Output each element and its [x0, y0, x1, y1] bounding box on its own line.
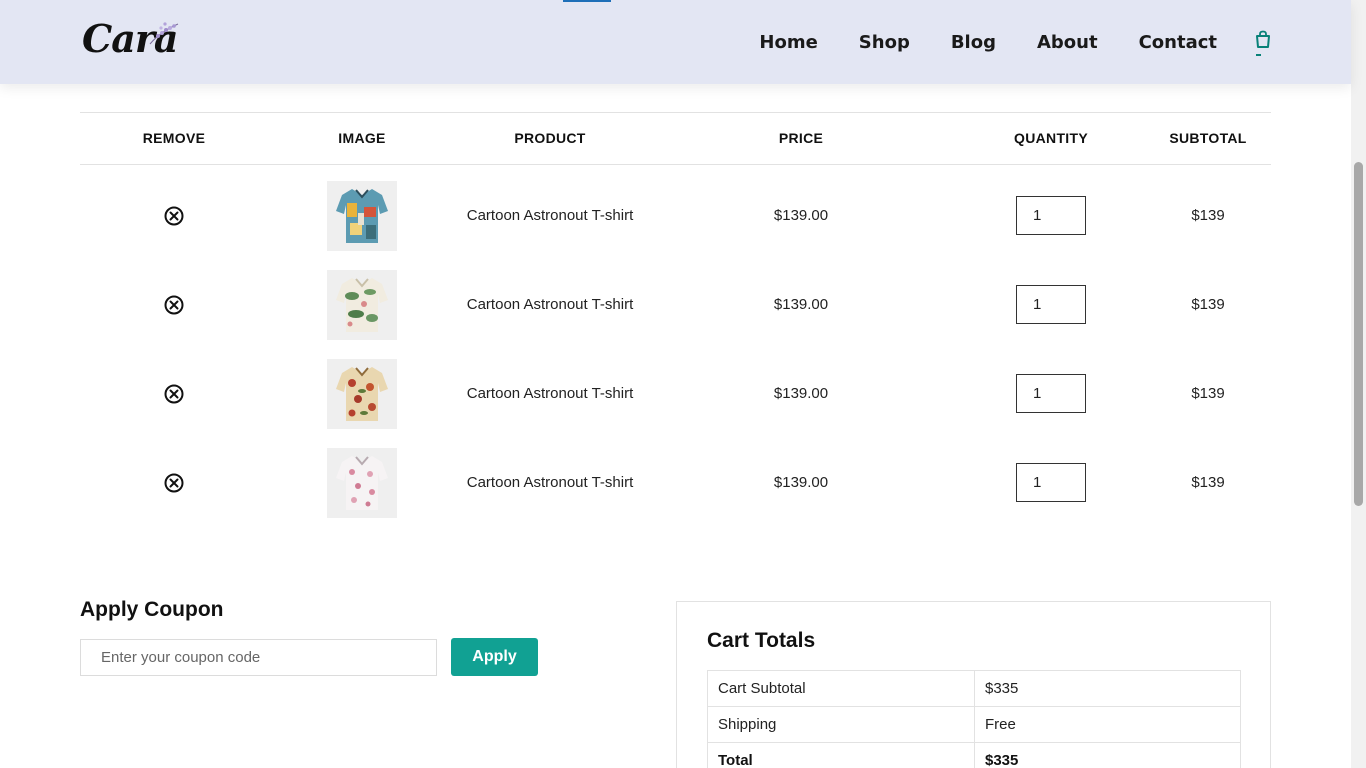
product-name[interactable]: Cartoon Astronout T-shirt [467, 349, 633, 438]
shirt-image [336, 277, 388, 332]
quantity-cell [1016, 171, 1086, 260]
quantity-cell [1016, 260, 1086, 349]
table-row: Cartoon Astronout T-shirt $139.00 $139 [80, 260, 1271, 349]
cart-link[interactable] [1254, 30, 1272, 58]
circle-x-icon[interactable] [164, 384, 184, 404]
product-price: $139.00 [773, 474, 829, 491]
quantity-cell [1016, 438, 1086, 527]
table-row: Cartoon Astronout T-shirt $139.00 $139 [80, 171, 1271, 260]
totals-label: Cart Subtotal [707, 670, 975, 707]
circle-x-icon[interactable] [164, 206, 184, 226]
totals-label: Shipping [707, 706, 975, 743]
active-underline [1256, 54, 1261, 56]
header-quantity: QUANTITY [1014, 130, 1088, 146]
row-subtotal: $139 [1191, 474, 1225, 491]
product-price: $139.00 [773, 385, 829, 402]
row-subtotal: $139 [1191, 385, 1225, 402]
image-cell [327, 171, 397, 260]
nav-shop[interactable]: Shop [859, 32, 910, 53]
header-image: IMAGE [338, 130, 386, 146]
shopping-bag-icon [1256, 30, 1270, 48]
quantity-input[interactable] [1016, 463, 1086, 502]
product-name[interactable]: Cartoon Astronout T-shirt [467, 171, 633, 260]
circle-x-icon[interactable] [164, 295, 184, 315]
nav-about[interactable]: About [1037, 32, 1098, 53]
remove-cell [164, 260, 184, 349]
totals-row-shipping: Shipping Free [707, 706, 1241, 743]
cart-table: REMOVE IMAGE PRODUCT PRICE QUANTITY SUBT… [80, 112, 1271, 518]
product-image [327, 447, 397, 518]
coupon-title: Apply Coupon [80, 598, 224, 621]
header-remove: REMOVE [142, 130, 206, 146]
cart-totals: Cart Totals Cart Subtotal $335 Shipping … [676, 601, 1271, 768]
image-cell [327, 260, 397, 349]
totals-table: Cart Subtotal $335 Shipping Free Total $… [707, 670, 1241, 768]
product-name[interactable]: Cartoon Astronout T-shirt [467, 438, 633, 527]
apply-coupon-button[interactable]: Apply [451, 638, 538, 676]
shirt-image [336, 188, 388, 243]
remove-cell [164, 438, 184, 527]
main-nav: Home Shop Blog About Contact [759, 0, 1217, 84]
circle-x-icon[interactable] [164, 473, 184, 493]
image-cell [327, 349, 397, 438]
quantity-input[interactable] [1016, 374, 1086, 413]
lavender-sprig-icon [149, 22, 179, 45]
header-subtotal: SUBTOTAL [1169, 130, 1247, 146]
nav-contact[interactable]: Contact [1139, 32, 1217, 53]
totals-row-total: Total $335 [707, 742, 1241, 768]
image-cell [327, 438, 397, 527]
coupon-input[interactable] [80, 639, 437, 676]
logo[interactable]: Cara [82, 14, 182, 64]
header-product: PRODUCT [514, 130, 586, 146]
product-price: $139.00 [773, 296, 829, 313]
totals-row-subtotal: Cart Subtotal $335 [707, 670, 1241, 707]
remove-cell [164, 171, 184, 260]
shirt-image [336, 455, 388, 510]
site-header: Cara Home Shop Blog About Contact [0, 0, 1351, 84]
product-image [327, 180, 397, 251]
totals-value: Free [974, 706, 1241, 743]
product-name[interactable]: Cartoon Astronout T-shirt [467, 260, 633, 349]
totals-value: $335 [974, 670, 1241, 707]
row-subtotal: $139 [1191, 296, 1225, 313]
table-header: REMOVE IMAGE PRODUCT PRICE QUANTITY SUBT… [80, 112, 1271, 165]
product-image [327, 358, 397, 429]
totals-label: Total [707, 742, 975, 768]
scrollbar-thumb[interactable] [1354, 162, 1363, 506]
remove-cell [164, 349, 184, 438]
quantity-input[interactable] [1016, 285, 1086, 324]
top-accent-bar [563, 0, 611, 2]
quantity-cell [1016, 349, 1086, 438]
page-scrollbar[interactable] [1351, 0, 1366, 768]
cart-totals-title: Cart Totals [707, 629, 816, 652]
nav-blog[interactable]: Blog [951, 32, 996, 53]
shirt-image [336, 366, 388, 421]
table-row: Cartoon Astronout T-shirt $139.00 $139 [80, 438, 1271, 527]
table-row: Cartoon Astronout T-shirt $139.00 $139 [80, 349, 1271, 438]
row-subtotal: $139 [1191, 207, 1225, 224]
nav-home[interactable]: Home [759, 32, 817, 53]
quantity-input[interactable] [1016, 196, 1086, 235]
product-image [327, 269, 397, 340]
totals-value: $335 [974, 742, 1241, 768]
header-price: PRICE [778, 130, 824, 146]
product-price: $139.00 [773, 207, 829, 224]
